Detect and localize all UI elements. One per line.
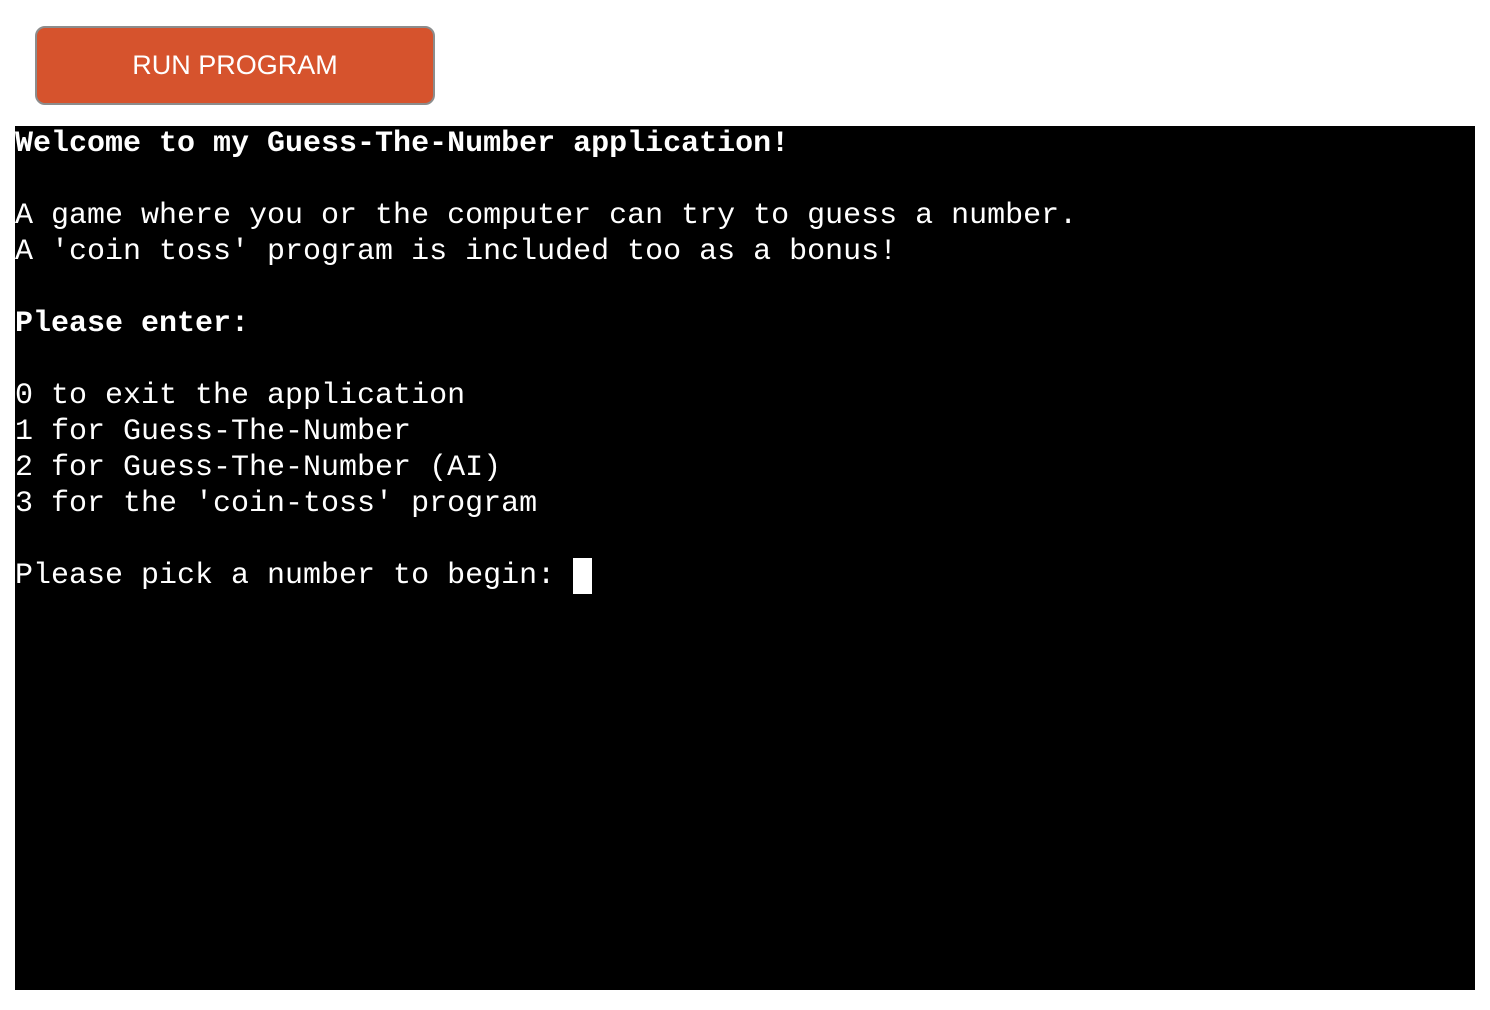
terminal-line-bonus: A 'coin toss' program is included too as… xyxy=(15,235,898,269)
run-program-button[interactable]: RUN PROGRAM xyxy=(35,26,435,105)
terminal-line-welcome: Welcome to my Guess-The-Number applicati… xyxy=(15,127,790,161)
terminal-menu-option-exit: 0 to exit the application xyxy=(15,379,466,413)
terminal-menu-option-coin-toss: 3 for the 'coin-toss' program xyxy=(15,487,538,521)
terminal-line-description: A game where you or the computer can try… xyxy=(15,199,1078,233)
terminal-line-please-enter: Please enter: xyxy=(15,307,250,341)
terminal-prompt: Please pick a number to begin: xyxy=(15,559,574,593)
terminal-cursor xyxy=(573,558,593,594)
terminal-menu-option-guess-ai: 2 for Guess-The-Number (AI) xyxy=(15,451,502,485)
terminal-menu-option-guess: 1 for Guess-The-Number xyxy=(15,415,412,449)
terminal[interactable]: Welcome to my Guess-The-Number applicati… xyxy=(15,126,1475,990)
terminal-prompt-line[interactable]: Please pick a number to begin: xyxy=(15,558,1475,594)
